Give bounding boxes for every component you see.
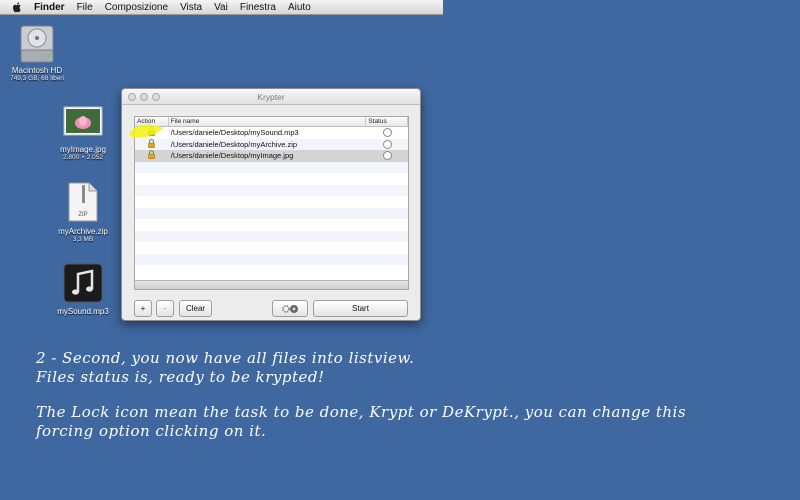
menu-finestra[interactable]: Finestra — [240, 2, 276, 13]
myarchive-info: 3,3 MB — [72, 236, 94, 243]
lock-icon[interactable] — [148, 150, 156, 161]
desktop-icon-myimage[interactable]: myImage.jpg 2.800 × 2.052 — [50, 106, 116, 161]
highlight-annotation — [129, 124, 163, 138]
instruction-text: 2 - Second, you now have all files into … — [36, 349, 776, 441]
status-indicator — [382, 128, 392, 138]
table-row[interactable]: /Users/daniele/Desktop/mySound.mp3 — [135, 127, 408, 139]
gear-icon — [282, 304, 298, 313]
empty-row — [135, 196, 408, 208]
music-file-icon — [63, 263, 103, 303]
apple-menu-icon[interactable] — [12, 1, 26, 13]
empty-row — [135, 242, 408, 254]
menu-bar: Finder File Composizione Vista Vai Fines… — [0, 0, 443, 15]
instruction-line-4: forcing option clicking on it. — [36, 422, 267, 440]
add-button[interactable]: + — [134, 300, 152, 317]
zoom-button[interactable] — [152, 93, 160, 101]
table-row[interactable]: /Users/daniele/Desktop/myImage.jpg — [135, 150, 408, 162]
empty-row — [135, 230, 408, 242]
table-header: Action File name Status — [135, 117, 408, 127]
menu-finder[interactable]: Finder — [34, 2, 65, 13]
desktop-icon-myarchive[interactable]: ZIP myArchive.zip 3,3 MB — [50, 182, 116, 243]
zip-file-icon: ZIP — [68, 182, 98, 222]
empty-row — [135, 219, 408, 231]
file-list-table[interactable]: Action File name Status /Users/daniele/D… — [134, 116, 409, 290]
empty-row — [135, 207, 408, 219]
horizontal-scrollbar[interactable] — [135, 280, 408, 289]
image-thumbnail-icon — [63, 106, 103, 136]
hd-info: 749,3 GB, 68 liberi — [10, 75, 64, 82]
myarchive-label: myArchive.zip — [58, 227, 108, 236]
empty-row — [135, 253, 408, 265]
column-header-status[interactable]: Status — [366, 117, 408, 126]
file-path: /Users/daniele/Desktop/myArchive.zip — [170, 139, 298, 149]
status-indicator — [382, 139, 392, 149]
empty-row — [135, 161, 408, 173]
empty-row — [135, 265, 408, 277]
settings-button[interactable] — [272, 300, 308, 317]
zip-badge: ZIP — [78, 212, 87, 218]
status-indicator — [382, 151, 392, 161]
window-titlebar[interactable]: Krypter — [122, 89, 420, 105]
remove-button[interactable]: - — [156, 300, 174, 317]
hard-drive-icon — [20, 25, 54, 63]
empty-row — [135, 184, 408, 196]
window-title: Krypter — [257, 91, 285, 102]
file-path: /Users/daniele/Desktop/mySound.mp3 — [170, 128, 299, 138]
column-header-file-name[interactable]: File name — [169, 117, 367, 126]
desktop-icon-mysound[interactable]: mySound.mp3 — [50, 263, 116, 316]
menu-vai[interactable]: Vai — [214, 2, 228, 13]
mysound-label: mySound.mp3 — [57, 307, 109, 316]
instruction-line-2: Files status is, ready to be krypted! — [36, 368, 325, 386]
empty-row — [135, 173, 408, 185]
instruction-line-1: 2 - Second, you now have all files into … — [36, 349, 415, 367]
clear-button[interactable]: Clear — [179, 300, 212, 317]
myimage-info: 2.800 × 2.052 — [63, 154, 103, 161]
menu-aiuto[interactable]: Aiuto — [288, 2, 311, 13]
minimize-button[interactable] — [140, 93, 148, 101]
close-button[interactable] — [128, 93, 136, 101]
menu-vista[interactable]: Vista — [180, 2, 202, 13]
menu-file[interactable]: File — [77, 2, 93, 13]
file-path: /Users/daniele/Desktop/myImage.jpg — [170, 151, 294, 161]
start-button[interactable]: Start — [313, 300, 408, 317]
table-row[interactable]: /Users/daniele/Desktop/myArchive.zip — [135, 138, 408, 150]
desktop-icon-macintosh-hd[interactable]: Macintosh HD 749,3 GB, 68 liberi — [4, 20, 70, 82]
hd-label: Macintosh HD — [11, 66, 63, 75]
menu-composizione[interactable]: Composizione — [105, 2, 168, 13]
instruction-line-3: The Lock icon mean the task to be done, … — [36, 403, 687, 421]
myimage-label: myImage.jpg — [60, 145, 106, 154]
